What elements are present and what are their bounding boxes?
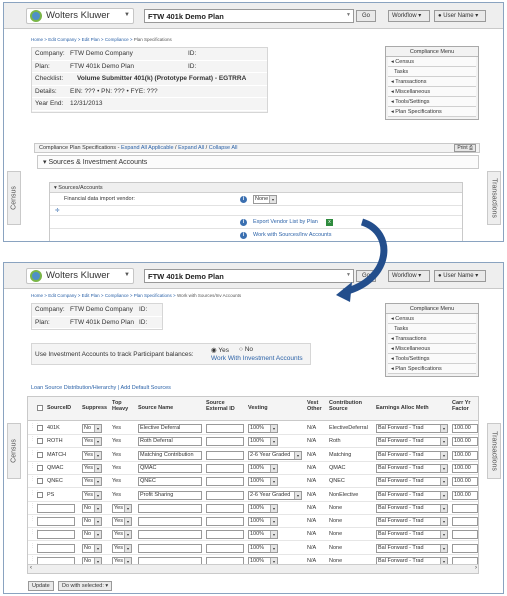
flow-arrow (336, 218, 388, 302)
